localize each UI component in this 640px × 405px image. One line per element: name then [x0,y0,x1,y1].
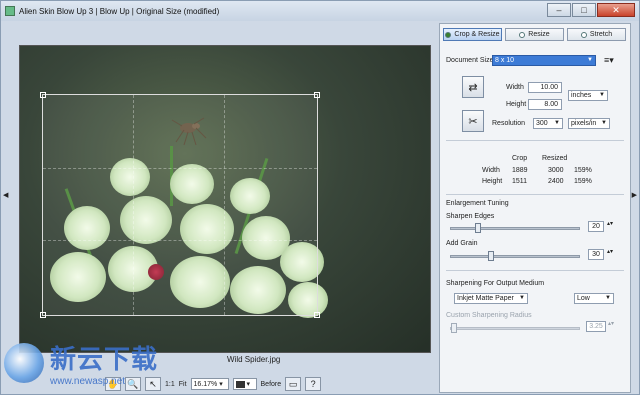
row-width-resized: 3000 [548,167,564,174]
app-window: Alien Skin Blow Up 3 | Blow Up | Origina… [0,0,640,395]
mode-tabs: Crop & Resize Resize Stretch [443,28,626,41]
reset-crop-icon[interactable]: ✂ [462,110,484,132]
output-strength-value: Low [577,295,590,302]
before-label[interactable]: Before [261,381,282,388]
height-label: Height [506,101,527,108]
tab-label: Crop & Resize [454,31,500,38]
maximize-button[interactable]: □ [572,3,596,17]
tab-resize[interactable]: Resize [505,28,564,41]
rotate-orientation-icon[interactable]: ⇄ [462,76,484,98]
units-value: inches [571,92,592,99]
slider-thumb[interactable] [475,223,481,233]
settings-panel: Crop & Resize Resize Stretch Document Si… [439,23,631,393]
image-canvas[interactable] [19,45,431,353]
divider [446,194,624,195]
radio-icon [580,31,587,38]
col-crop: Crop [512,155,528,162]
enlargement-tuning-label: Enlargement Tuning [446,200,509,207]
resolution-value: 300 [536,120,548,127]
resolution-units-select[interactable]: pixels/in ▼ [568,118,610,129]
background-color-select[interactable]: ▾ [232,378,257,390]
menu-icon[interactable]: ≡▾ [604,55,614,66]
title-bar[interactable]: Alien Skin Blow Up 3 | Blow Up | Origina… [1,1,639,21]
app-icon [5,6,15,16]
close-button[interactable]: ✕ [597,3,635,17]
help-icon[interactable]: ? [305,377,322,391]
resolution-label: Resolution [492,120,526,127]
width-label: Width [506,84,524,91]
minimize-button[interactable]: – [547,3,571,17]
crop-handle[interactable] [314,92,320,98]
resolution-select[interactable]: 300 ▼ [533,118,563,129]
add-grain-slider[interactable] [450,251,580,261]
units-select[interactable]: inches ▼ [568,90,608,101]
slider-thumb [451,323,457,333]
collapse-right-arrow-icon[interactable]: ▶ [632,191,637,199]
custom-radius-slider [450,323,580,333]
color-swatch [235,380,245,388]
watermark-url: www.newasp.net [50,376,126,387]
row-height-crop: 1511 [512,178,528,185]
custom-radius-label: Custom Sharpening Radius [446,312,532,319]
spinner-icon[interactable]: ▴▾ [607,248,613,255]
tab-crop-resize[interactable]: Crop & Resize [443,28,502,41]
document-size-select[interactable]: 8 x 10 ▼ [492,55,596,66]
watermark-logo-icon [4,343,44,383]
tab-label: Stretch [589,31,613,38]
resolution-units-value: pixels/in [571,120,597,127]
filename-label: Wild Spider.jpg [227,355,281,364]
height-input[interactable]: 8.00 [528,99,562,110]
row-width-crop: 1889 [512,167,528,174]
watermark-text: 新云下载 www.newasp.net [50,339,158,387]
custom-radius-input: 3.25 [586,321,606,332]
output-medium-label: Sharpening For Output Medium [446,280,545,287]
row-height-label: Height [482,178,503,185]
sharpen-edges-slider[interactable] [450,223,580,233]
row-height-resized: 2400 [548,178,564,185]
output-medium-select[interactable]: Inkjet Matte Paper ▼ [454,293,528,304]
crop-handle[interactable] [40,92,46,98]
watermark-cn: 新云下载 [50,344,159,374]
row-height-pct: 159% [574,178,592,185]
window-controls: – □ ✕ [547,3,635,17]
crop-box[interactable] [40,92,320,318]
divider [446,270,624,271]
row-width-pct: 159% [574,167,592,174]
compare-icon[interactable]: ▭ [285,377,302,391]
spinner-icon[interactable]: ▴▾ [607,220,613,227]
document-size-value: 8 x 10 [495,57,515,64]
sharpen-edges-input[interactable]: 20 [588,221,604,232]
crop-handle[interactable] [314,312,320,318]
radio-icon [519,31,526,38]
collapse-left-arrow-icon[interactable]: ◀ [3,191,8,199]
output-medium-value: Inkjet Matte Paper [457,295,514,302]
col-resized: Resized [542,155,568,162]
sharpen-edges-label: Sharpen Edges [446,213,495,220]
add-grain-input[interactable]: 30 [588,249,604,260]
window-title: Alien Skin Blow Up 3 | Blow Up | Origina… [19,6,220,16]
row-width-label: Width [482,167,500,174]
divider [446,140,624,141]
radio-icon [445,31,452,38]
crop-handle[interactable] [40,312,46,318]
spinner-icon: ▴▾ [608,321,615,327]
add-grain-label: Add Grain [446,240,478,247]
slider-thumb[interactable] [488,251,494,261]
document-size-label: Document Size [446,57,494,64]
width-input[interactable]: 10.00 [528,82,562,93]
output-strength-select[interactable]: Low ▼ [574,293,614,304]
tab-label: Resize [528,31,550,38]
tab-stretch[interactable]: Stretch [567,28,626,41]
watermark: 新云下载 www.newasp.net [4,338,234,388]
